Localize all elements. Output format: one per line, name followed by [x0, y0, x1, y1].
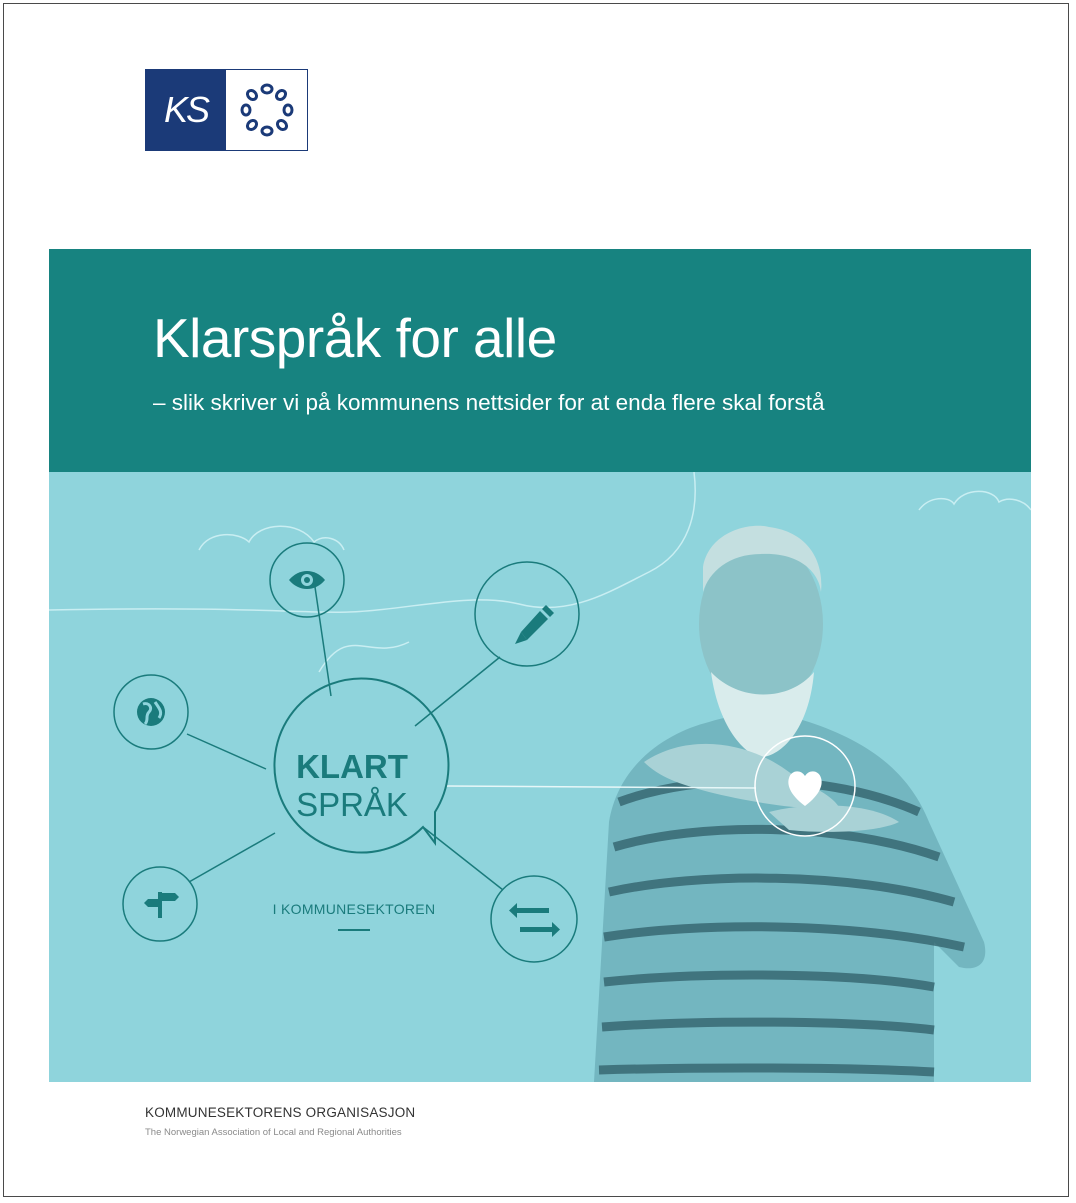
- background-lines: [49, 472, 1031, 673]
- ks-logo: KS: [145, 69, 308, 151]
- cover-illustration: KLART SPRÅK I KOMMUNESEKTOREN: [49, 472, 1031, 1082]
- page-title: Klarspråk for alle: [153, 307, 557, 369]
- ks-logo-text: KS: [146, 70, 226, 150]
- badge-line-sprak: SPRÅK: [296, 786, 408, 823]
- org-name-english: The Norwegian Association of Local and R…: [145, 1127, 402, 1138]
- chain-ring-icon: [226, 70, 307, 150]
- org-name: KOMMUNESEKTORENS ORGANISASJON: [145, 1105, 416, 1120]
- title-band: Klarspråk for alle – slik skriver vi på …: [49, 249, 1031, 472]
- badge-line-klart: KLART: [296, 748, 408, 785]
- globe-icon: [137, 698, 165, 726]
- arrows-icon-circle: [490, 875, 578, 963]
- pencil-icon: [515, 605, 554, 644]
- arrows-icon: [509, 903, 560, 937]
- person-photo: [594, 525, 986, 1082]
- illustration-graphic: [49, 472, 1031, 1082]
- klart-sprak-badge: KLART SPRÅK: [288, 748, 416, 824]
- page-subtitle: – slik skriver vi på kommunens nettsider…: [153, 390, 825, 415]
- connector-lines: [186, 586, 504, 891]
- eye-icon: [289, 571, 325, 589]
- pencil-icon-circle: [474, 561, 580, 667]
- signpost-icon: [144, 892, 179, 918]
- badge-caption: I KOMMUNESEKTOREN: [272, 901, 436, 917]
